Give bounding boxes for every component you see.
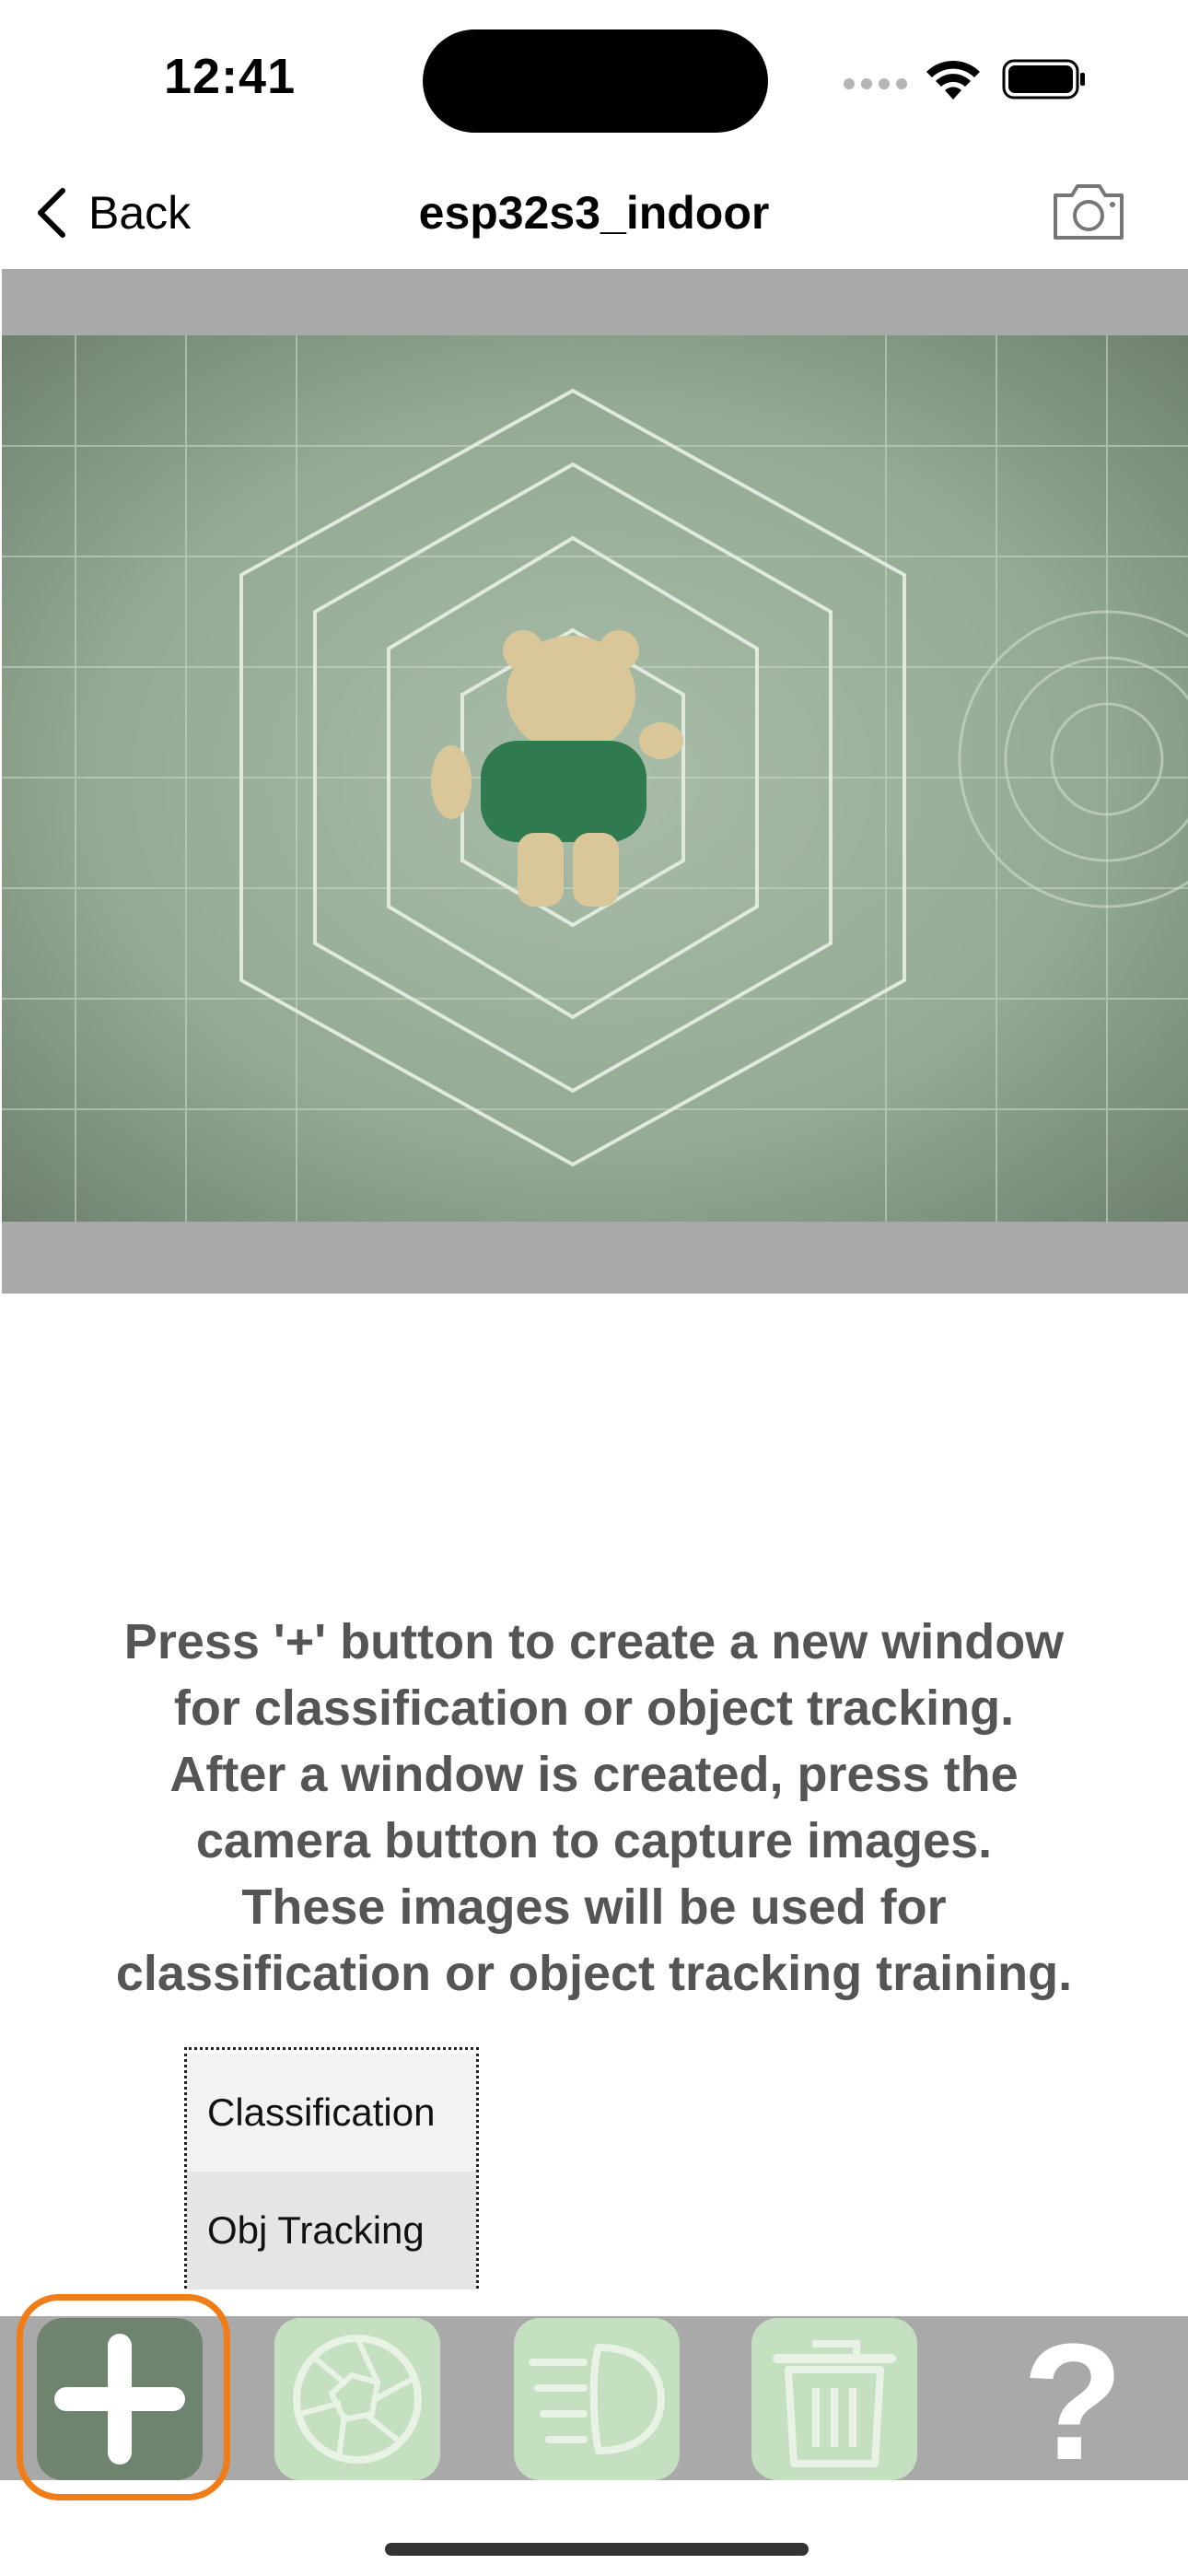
camera-icon[interactable] <box>1050 179 1127 243</box>
instruction-text: Press '+' button to create a new window … <box>55 1609 1133 2007</box>
page-title: esp32s3_indoor <box>418 187 770 239</box>
instruction-line: classification or object tracking traini… <box>115 1946 1073 2001</box>
window-type-menu: Classification Obj Tracking <box>184 2047 479 2289</box>
trash-icon <box>773 2340 896 2467</box>
instruction-line: Press '+' button to create a new window <box>123 1614 1065 1669</box>
instruction-line: These images will be used for <box>241 1879 947 1935</box>
instruction-line: camera button to capture images. <box>195 1813 993 1868</box>
shutter-icon <box>293 2335 422 2464</box>
help-button[interactable]: ? <box>1004 2320 1142 2486</box>
instruction-line: After a window is created, press the <box>169 1747 1019 1802</box>
camera-preview-image <box>2 335 1188 1222</box>
wifi-icon <box>926 60 980 100</box>
battery-icon <box>1002 59 1085 100</box>
menu-item-obj-tracking[interactable]: Obj Tracking <box>187 2172 476 2289</box>
cellular-signal-icon <box>844 77 914 94</box>
navigation-bar: Back esp32s3_indoor <box>0 157 1188 269</box>
add-button[interactable] <box>37 2318 203 2480</box>
menu-item-classification[interactable]: Classification <box>187 2054 476 2172</box>
camera-preview <box>2 269 1188 1294</box>
dynamic-island <box>423 29 768 133</box>
status-bar: 12:41 <box>0 0 1188 157</box>
instruction-line: for classification or object tracking. <box>173 1680 1015 1736</box>
status-time: 12:41 <box>164 49 297 104</box>
trash-button[interactable] <box>751 2318 917 2480</box>
shutter-button[interactable] <box>274 2318 440 2480</box>
home-indicator <box>385 2543 809 2556</box>
headlight-icon <box>529 2344 665 2454</box>
add-icon <box>54 2334 185 2465</box>
light-button[interactable] <box>514 2318 680 2480</box>
